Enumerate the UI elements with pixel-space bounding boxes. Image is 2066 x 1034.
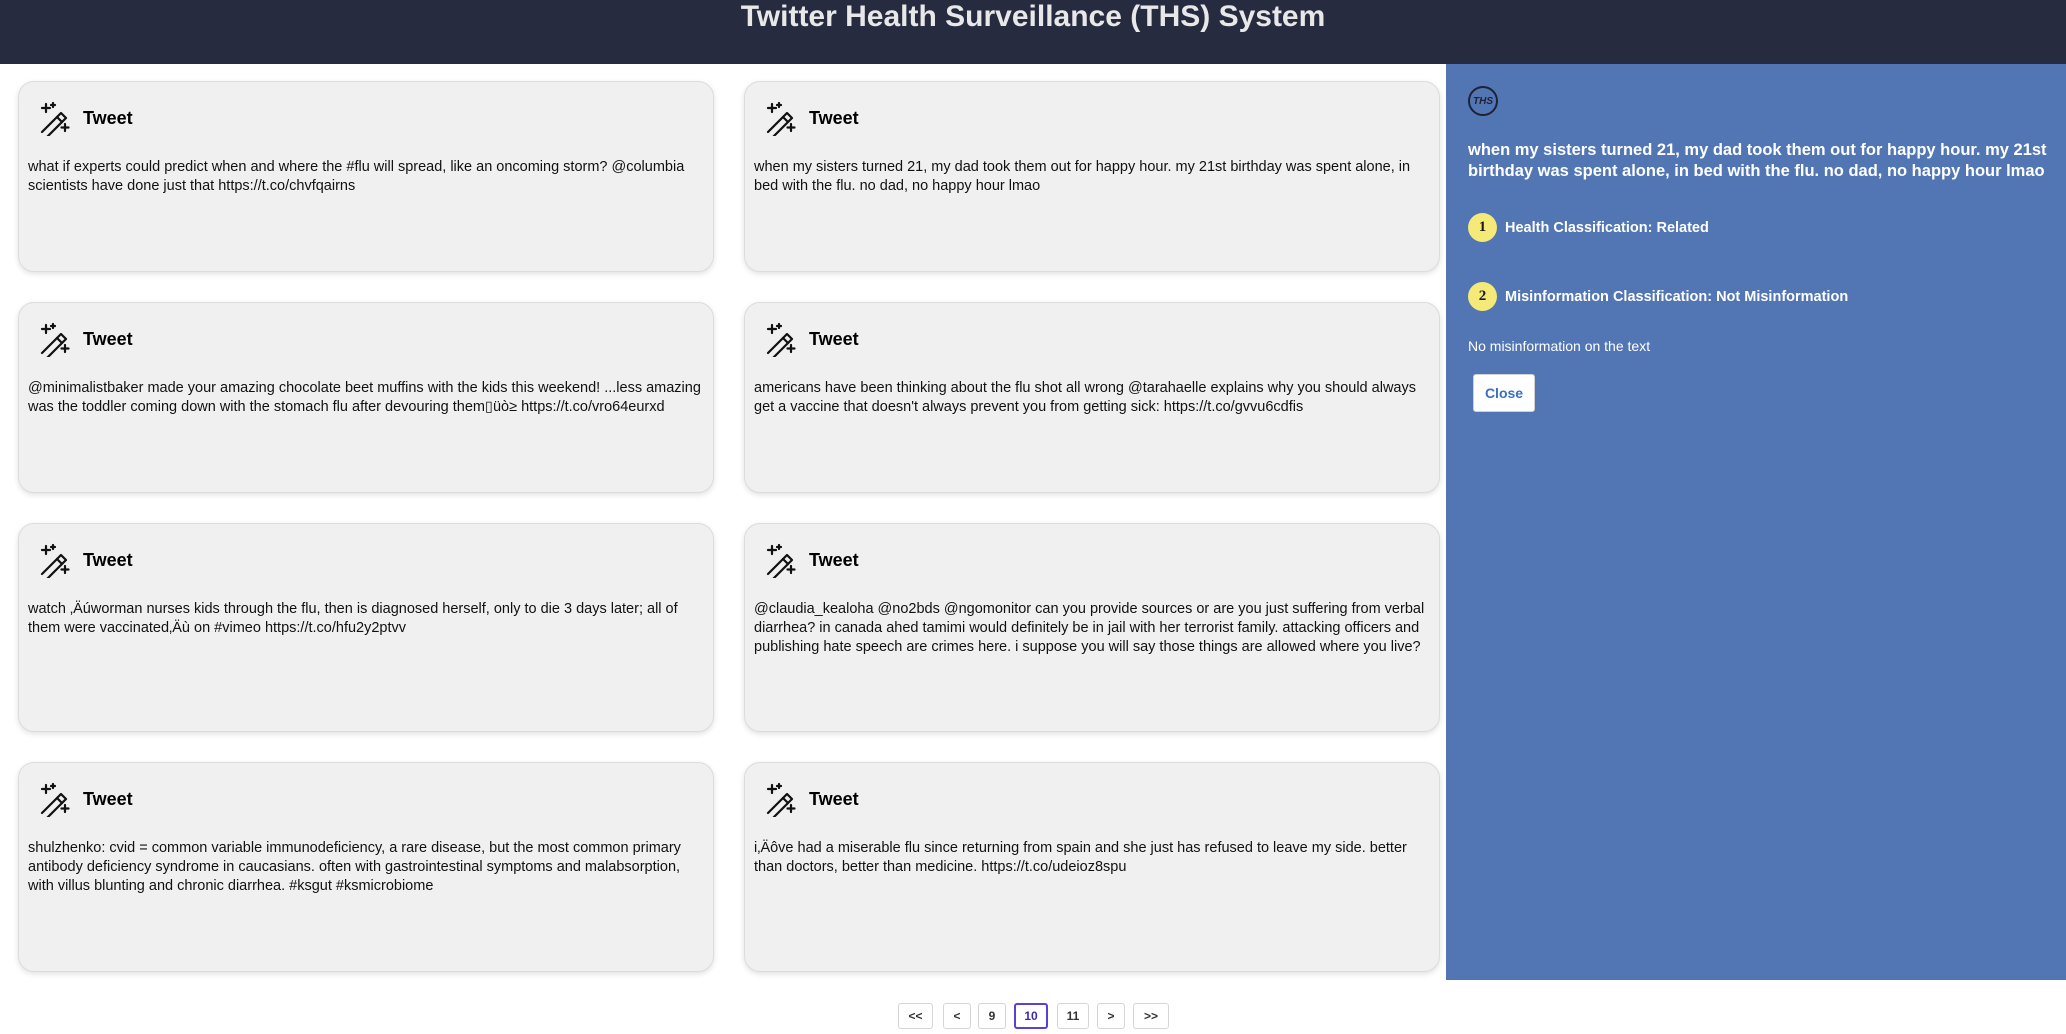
app-title: Twitter Health Surveillance (THS) System	[740, 0, 1326, 33]
tweet-text: i‚Äôve had a miserable flu since returni…	[754, 840, 1407, 875]
magic-wand-icon	[766, 322, 796, 357]
tweet-text: watch ‚Äúworman nurses kids through the …	[28, 601, 678, 636]
tweet-detail-panel: THS when my sisters turned 21, my dad to…	[1446, 64, 2066, 980]
tweet-text: @claudia_kealoha @no2bds @ngomonitor can…	[754, 601, 1425, 655]
card-header: Tweet	[37, 542, 133, 578]
magic-wand-icon	[766, 782, 796, 817]
page-button[interactable]: 11	[1057, 1003, 1089, 1029]
step-number-badge: 2	[1468, 282, 1497, 311]
current-page-button[interactable]: 10	[1014, 1003, 1048, 1029]
tweet-text: shulzhenko: cvid = common variable immun…	[28, 840, 681, 894]
next-page-button[interactable]: >	[1097, 1003, 1125, 1029]
tweet-card[interactable]: Tweet @claudia_kealoha @no2bds @ngomonit…	[744, 523, 1440, 732]
card-header: Tweet	[763, 781, 859, 817]
card-header: Tweet	[37, 321, 133, 357]
tweet-card[interactable]: Tweet shulzhenko: cvid = common variable…	[18, 762, 714, 972]
tweet-card[interactable]: Tweet what if experts could predict when…	[18, 81, 714, 272]
tweet-card[interactable]: Tweet americans have been thinking about…	[744, 302, 1440, 493]
card-title: Tweet	[809, 328, 859, 349]
card-title: Tweet	[809, 107, 859, 128]
card-title: Tweet	[83, 107, 133, 128]
card-header: Tweet	[763, 542, 859, 578]
health-classification-step: 1 Health Classification: Related	[1468, 213, 1709, 242]
app-header: Twitter Health Surveillance (THS) System	[0, 0, 2066, 64]
prev-page-button[interactable]: <	[943, 1003, 971, 1029]
misinformation-classification-step: 2 Misinformation Classification: Not Mis…	[1468, 282, 1848, 311]
misinformation-note: No misinformation on the text	[1468, 338, 1651, 354]
tweet-text: when my sisters turned 21, my dad took t…	[754, 159, 1411, 194]
magic-wand-icon	[40, 101, 70, 136]
close-button[interactable]: Close	[1473, 374, 1535, 412]
card-title: Tweet	[809, 549, 859, 570]
selected-tweet-text: when my sisters turned 21, my dad took t…	[1468, 141, 2047, 180]
tweet-card[interactable]: Tweet watch ‚Äúworman nurses kids throug…	[18, 523, 714, 732]
card-header: Tweet	[37, 781, 133, 817]
card-header: Tweet	[763, 321, 859, 357]
misinformation-classification-label: Misinformation Classification: Not Misin…	[1505, 288, 1849, 305]
step-number-badge: 1	[1468, 213, 1497, 242]
page-button[interactable]: 9	[978, 1003, 1006, 1029]
card-header: Tweet	[37, 100, 133, 136]
card-title: Tweet	[83, 549, 133, 570]
magic-wand-icon	[40, 322, 70, 357]
health-classification-label: Health Classification: Related	[1505, 219, 1709, 236]
card-header: Tweet	[763, 100, 859, 136]
card-title: Tweet	[83, 788, 133, 809]
tweet-text: @minimalistbaker made your amazing choco…	[28, 380, 701, 415]
last-page-button[interactable]: >>	[1133, 1003, 1169, 1029]
magic-wand-icon	[766, 101, 796, 136]
card-title: Tweet	[809, 788, 859, 809]
magic-wand-icon	[40, 782, 70, 817]
ths-logo: THS	[1468, 86, 1498, 116]
magic-wand-icon	[40, 543, 70, 578]
card-title: Tweet	[83, 328, 133, 349]
tweet-text: what if experts could predict when and w…	[28, 159, 685, 194]
tweet-text: americans have been thinking about the f…	[754, 380, 1416, 415]
tweet-card[interactable]: Tweet when my sisters turned 21, my dad …	[744, 81, 1440, 272]
tweet-card[interactable]: Tweet i‚Äôve had a miserable flu since r…	[744, 762, 1440, 972]
tweet-card[interactable]: Tweet @minimalistbaker made your amazing…	[18, 302, 714, 493]
magic-wand-icon	[766, 543, 796, 578]
first-page-button[interactable]: <<	[898, 1003, 933, 1029]
